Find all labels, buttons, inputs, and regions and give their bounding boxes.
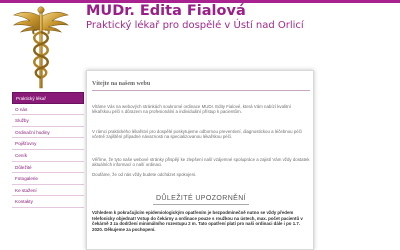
notice-divider (153, 204, 249, 205)
intro-paragraph: Vítáme Vás na webových stránkách soukrom… (92, 104, 291, 115)
nav-item-o-nas[interactable]: O nás (12, 103, 84, 116)
nav-item-fotogalerie[interactable]: Fotogalerie (12, 173, 84, 185)
sidebar-nav: Praktický lékař O nás Služby Ordinační h… (12, 92, 84, 208)
nav-item-pojistovny[interactable]: Pojišťovny (12, 138, 84, 150)
caduceus-icon[interactable] (12, 5, 70, 89)
nav-item-ordinacni-hodiny[interactable]: Ordinační hodiny (12, 126, 84, 139)
nav-item-ke-stazeni[interactable]: Ke stažení (12, 184, 84, 197)
nav-item-kontakty[interactable]: Kontakty (12, 196, 84, 208)
site-subtitle: Praktický lékař pro dospělé v Ústí nad O… (86, 20, 304, 31)
nav-item-dulezite[interactable]: Důležité (12, 161, 84, 174)
nav-item-prakticky-lekar[interactable]: Praktický lékař (12, 92, 84, 104)
closing-paragraph: Doufáme, že od nás vždy budete odcházet … (92, 172, 197, 177)
heading-divider (92, 90, 310, 91)
notice-text: Vzhledem k pokračujícím epidemiologickým… (92, 210, 303, 232)
nav-item-sluzby[interactable]: Služby (12, 115, 84, 127)
cooperation-paragraph: Věříme, že tyto naše webové stránky přis… (92, 157, 310, 168)
services-paragraph: V rámci praktického lékařství pro dospěl… (92, 129, 302, 140)
notice-title: DŮLEŽITÉ UPOZORNĚNÍ (155, 195, 247, 202)
site-title: MUDr. Edita Fialová (86, 3, 246, 19)
nav-item-cenik[interactable]: Ceník (12, 149, 84, 162)
main-content: Vítejte na našem webu Vítáme Vás na webo… (86, 70, 314, 250)
page-title: Vítejte na našem webu (92, 81, 151, 87)
